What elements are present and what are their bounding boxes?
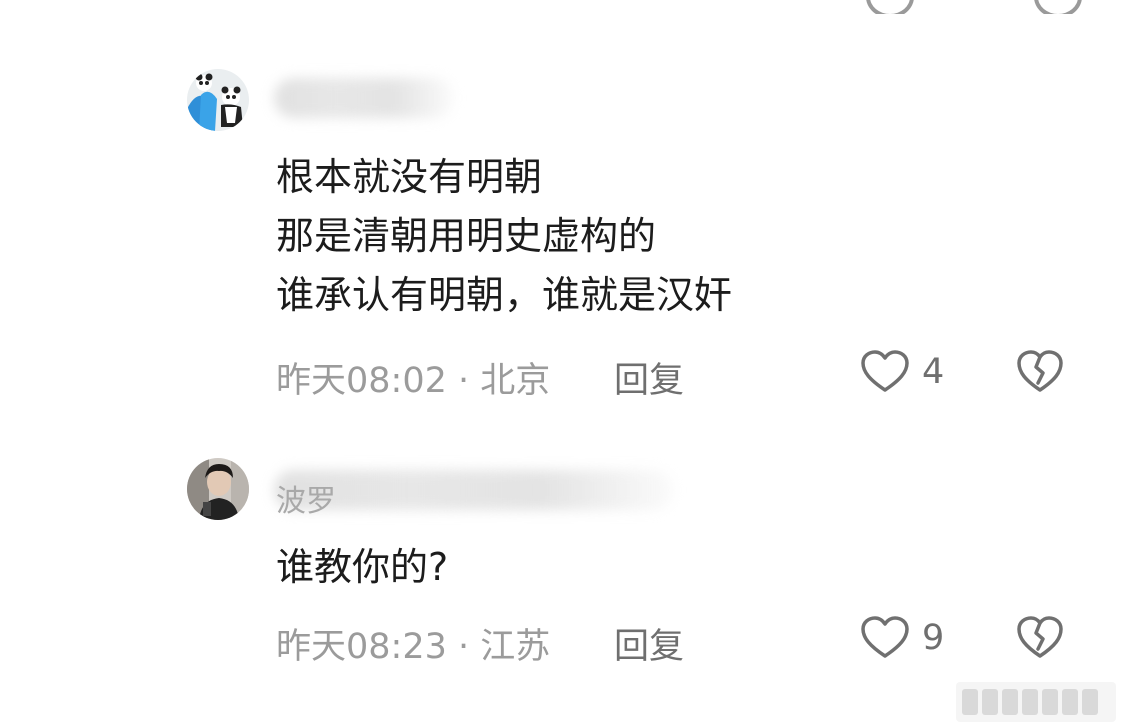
comment-location: 北京	[480, 361, 551, 401]
avatar[interactable]	[187, 69, 249, 131]
previous-comment-fragment	[0, 0, 1124, 14]
watermark	[956, 682, 1116, 722]
comment-line: 谁教你的?	[276, 545, 449, 589]
person-avatar-icon	[187, 458, 249, 520]
like-button[interactable]: 4	[860, 350, 944, 394]
panda-avatar-icon	[187, 69, 249, 131]
username[interactable]: 波罗	[276, 476, 336, 520]
reply-button[interactable]: 回复	[614, 352, 684, 403]
comment-meta: 昨天08:02 · 北京	[276, 361, 551, 401]
dislike-button[interactable]	[1016, 350, 1064, 398]
heart-icon	[866, 0, 914, 14]
like-button[interactable]: 9	[860, 616, 944, 660]
heart-outline-icon	[861, 350, 909, 392]
heart-outline-icon	[861, 616, 909, 658]
reply-button[interactable]: 回复	[614, 618, 684, 669]
username-redacted	[274, 78, 454, 118]
comment-line: 谁承认有明朝，谁就是汉奸	[276, 273, 733, 317]
comment-line: 根本就没有明朝	[276, 155, 543, 199]
comment-text: 根本就没有明朝 那是清朝用明史虚构的 谁承认有明朝，谁就是汉奸	[276, 148, 732, 325]
like-count: 4	[922, 352, 945, 392]
broken-heart-icon	[1017, 616, 1063, 658]
broken-heart-icon	[1017, 350, 1063, 392]
comment-time: 昨天08:02	[276, 361, 447, 401]
comment-location: 江苏	[480, 627, 551, 667]
like-count: 9	[922, 618, 945, 658]
broken-heart-icon	[1034, 0, 1082, 14]
comment-line: 那是清朝用明史虚构的	[276, 214, 657, 258]
avatar[interactable]	[187, 458, 249, 520]
comment-time: 昨天08:23	[276, 627, 447, 667]
comment-text: 谁教你的?	[276, 538, 448, 597]
dislike-button[interactable]	[1016, 616, 1064, 664]
comment-meta: 昨天08:23 · 江苏	[276, 627, 551, 667]
